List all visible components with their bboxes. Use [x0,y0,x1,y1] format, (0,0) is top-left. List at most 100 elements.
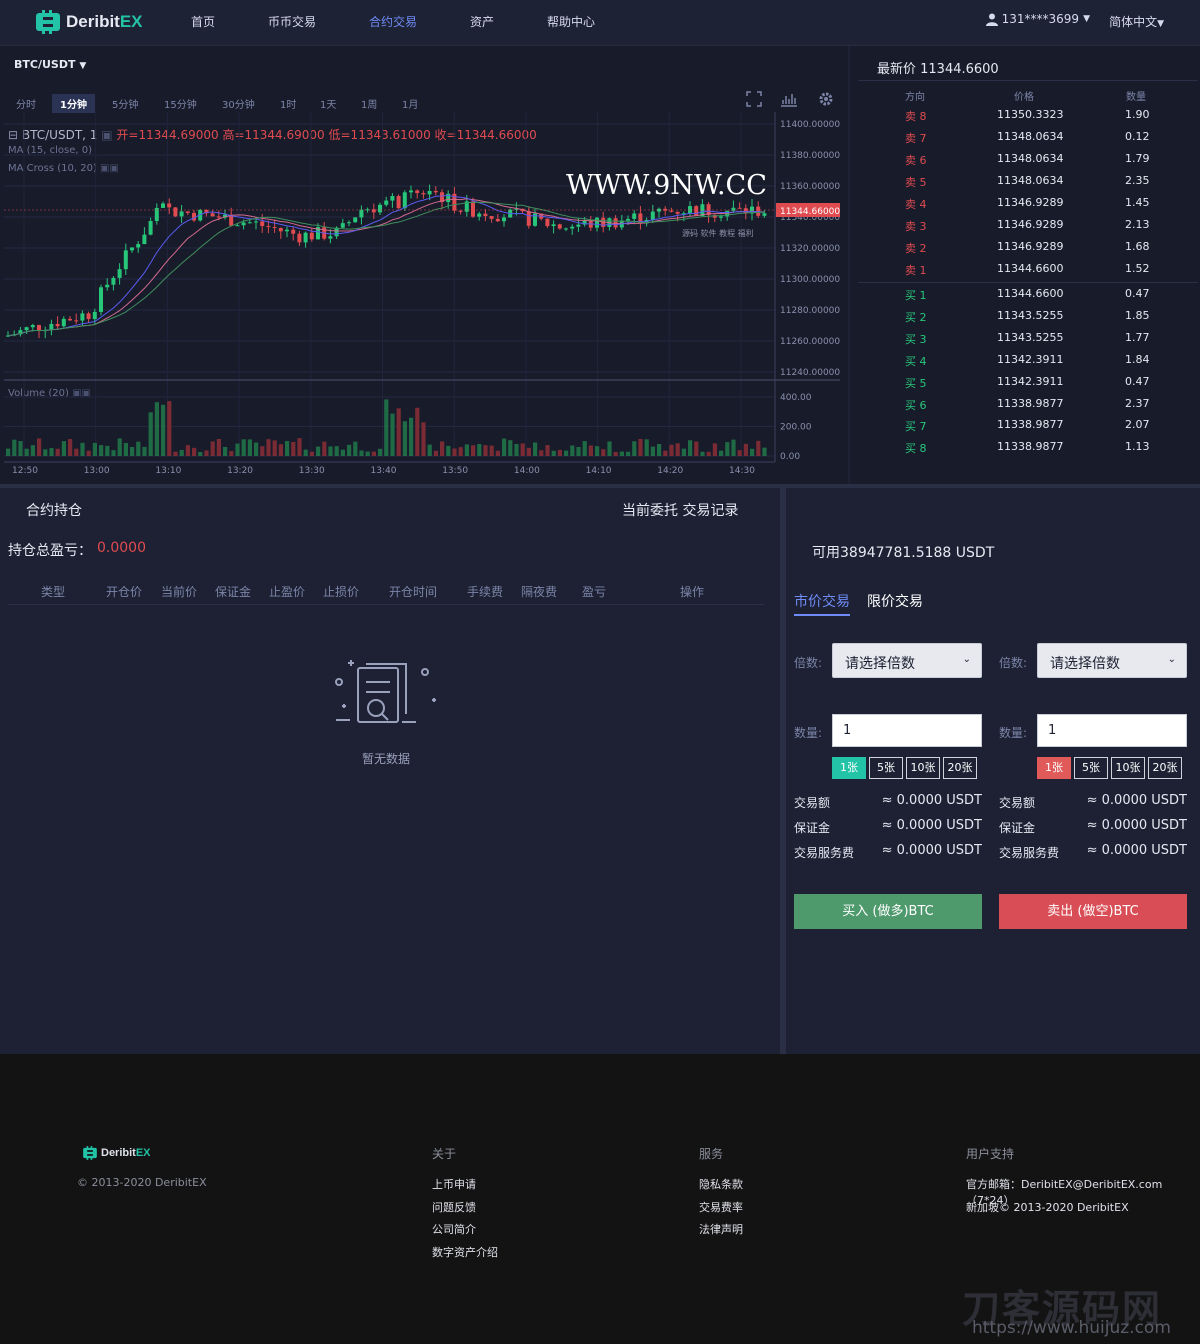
sell-short-button[interactable]: 卖出 (做空)BTC [999,894,1187,929]
user-menu[interactable]: 131****3699 ▼ [985,12,1090,26]
gear-icon[interactable] [818,91,834,107]
footer-link[interactable]: 上币申请 [432,1176,476,1192]
timeframe-tab[interactable]: 分时 [8,94,44,113]
volume-bar [712,443,717,456]
buy-margin-label: 保证金 [794,821,831,835]
col-open-time: 开仓时间 [389,585,438,599]
indicators-icon[interactable] [780,91,798,107]
caret-down-icon: ▼ [79,61,87,71]
price-tick-label: 11400.00000 [780,120,840,130]
footer-link[interactable]: 隐私条款 [699,1176,743,1192]
caret-down-icon: ▼ [1083,14,1090,24]
candle-body [210,213,215,217]
timeframe-tab[interactable]: 5分钟 [104,94,146,113]
volume-bar [61,441,66,456]
footer-link[interactable]: 法律声明 [699,1221,743,1237]
volume-bar [99,445,104,456]
candle-body [247,222,252,224]
divider [858,80,1198,81]
nav-spot[interactable]: 币币交易 [268,13,316,30]
candle-body [74,320,79,322]
volume-bar [688,440,693,456]
nav-assets[interactable]: 资产 [470,13,494,30]
volume-bar [495,450,500,456]
volume-bar [489,445,494,456]
candle-body [161,203,165,208]
pair-selector[interactable]: BTC/USDT ▼ [14,58,86,71]
col-open-price: 开仓价 [106,585,143,599]
total-pnl-label: 持仓总盈亏： [8,543,92,559]
footer-link[interactable]: 问题反馈 [432,1199,476,1215]
footer-link[interactable]: 数字资产介绍 [432,1244,498,1260]
orders-history-links[interactable]: 当前委托 交易记录 [622,500,738,520]
timeframe-tab[interactable]: 1时 [272,94,304,113]
footer-link[interactable]: 交易费率 [699,1199,743,1215]
bid-qty: 2.37 [1125,396,1150,410]
footer-link[interactable]: 公司简介 [432,1221,476,1237]
volume-bar [557,449,562,456]
buy-long-button[interactable]: 买入 (做多)BTC [794,894,982,929]
price-axis: 11400.0000011380.0000011360.0000011340.0… [780,120,840,378]
bid-price: 11343.5255 [997,308,1064,322]
buy-qty-20[interactable]: 20张 [943,757,977,779]
bid-qty: 1.85 [1125,308,1150,322]
timeframe-tab[interactable]: 1月 [394,94,426,113]
volume-bar [520,443,525,456]
bid-side: 买 3 [905,332,927,346]
candle-body [291,229,296,234]
buy-leverage-select[interactable]: 请选择倍数 ⌄ [832,643,982,678]
volume-bar [539,450,544,456]
footer-logo[interactable]: DeribitEX [82,1145,151,1161]
candle-body [303,232,308,243]
timeframe-tab[interactable]: 1天 [312,94,344,113]
sell-qty-10[interactable]: 10张 [1111,757,1145,779]
sell-qty-1[interactable]: 1张 [1037,757,1071,779]
candle-body [179,211,184,217]
candle-body [241,222,246,226]
ask-qty: 1.90 [1125,108,1150,121]
nav-home[interactable]: 首页 [191,13,215,30]
volume-bar [272,440,277,456]
candle-body [86,313,91,320]
sell-leverage-select[interactable]: 请选择倍数 ⌄ [1037,643,1187,678]
buy-qty-input[interactable]: 1 [832,714,982,747]
volume-bar [167,401,172,456]
sell-qty-5[interactable]: 5张 [1074,757,1108,779]
nav-help[interactable]: 帮助中心 [547,13,595,30]
bid-side: 买 8 [905,442,927,456]
tab-limit-order[interactable]: 限价交易 [867,591,923,611]
buy-qty-5[interactable]: 5张 [869,757,903,779]
timeframe-tab-active[interactable]: 1分钟 [52,94,95,113]
volume-bar [607,441,612,456]
timeframe-tab[interactable]: 1周 [353,94,385,113]
language-select[interactable]: 简体中文▼ [1109,13,1164,30]
sell-qty-20[interactable]: 20张 [1148,757,1182,779]
sell-fee-label: 交易服务费 [999,846,1060,860]
sell-qty-input[interactable]: 1 [1037,714,1187,747]
volume-bar [384,399,389,456]
bid-price: 11342.3911 [997,374,1064,388]
volume-bar [204,450,209,456]
logo[interactable]: DeribitEX [34,8,143,36]
total-pnl-value: 0.0000 [97,540,146,556]
fullscreen-icon[interactable] [746,91,762,107]
candle-body [471,201,475,217]
volume-bar [551,450,556,456]
volume-bar [285,441,290,456]
buy-qty-1[interactable]: 1张 [832,757,866,779]
bitcoin-logo-icon [36,10,60,34]
col-stop-loss: 止损价 [323,585,360,599]
volume-bar [526,447,531,456]
nav-contract[interactable]: 合约交易 [369,13,417,30]
volume-bar [130,446,135,456]
footer-support-title: 用户支持 [966,1147,1015,1161]
positions-title[interactable]: 合约持仓 [26,500,82,520]
buy-qty-10[interactable]: 10张 [906,757,940,779]
ask-price: 11344.6600 [997,262,1064,275]
volume-bar [533,442,538,456]
tab-market-order[interactable]: 市价交易 [794,591,850,611]
timeframe-tab[interactable]: 15分钟 [156,94,205,113]
footer-support-copy: 新加坡© 2013-2020 DeribitEX [966,1201,1129,1214]
candlestick-chart[interactable]: 11400.0000011380.0000011360.0000011340.0… [0,112,848,480]
timeframe-tab[interactable]: 30分钟 [214,94,263,113]
